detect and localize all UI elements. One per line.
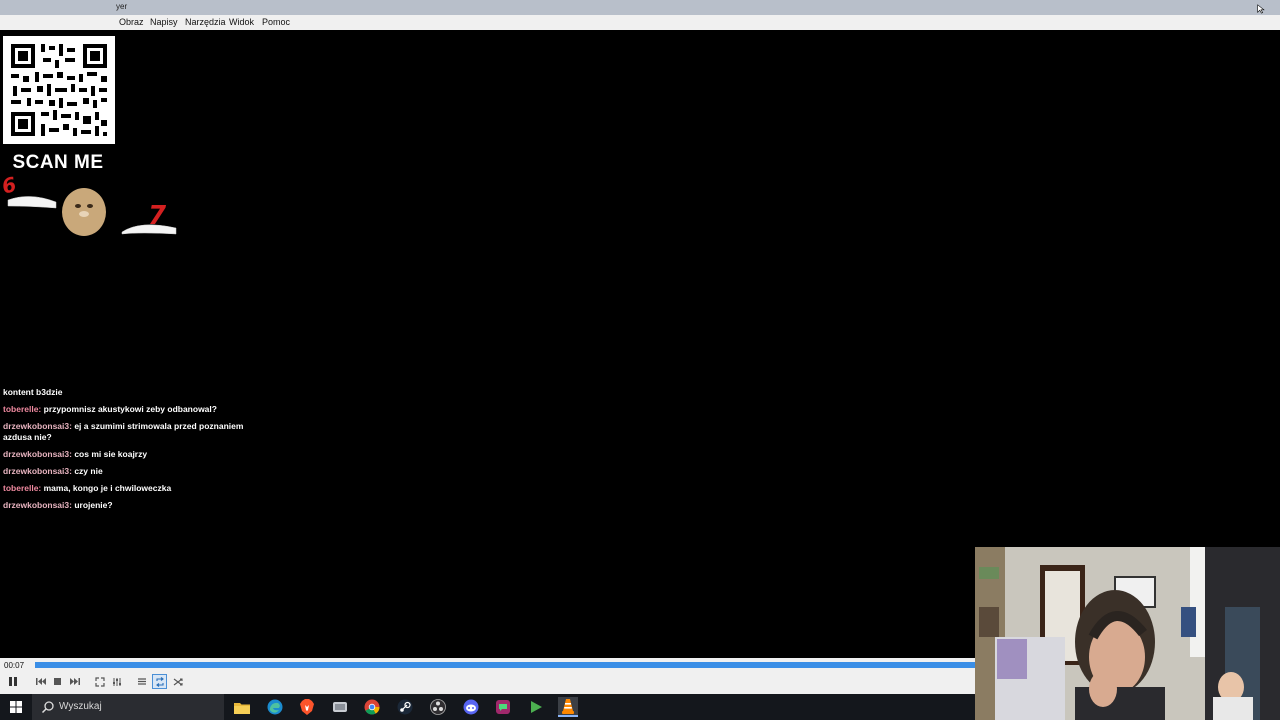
chat-username: toberelle: — [3, 404, 42, 414]
loop-icon — [155, 676, 164, 687]
player-controls: 00:07 — [0, 658, 975, 694]
chat-message: toberelle: mama, kongo je i chwiloweczka — [3, 483, 172, 493]
skip-forward-icon — [69, 678, 80, 685]
chat-message: kontent b3dzie — [3, 387, 63, 397]
file-explorer-icon[interactable] — [232, 697, 252, 717]
equalizer-icon — [112, 677, 121, 686]
steam-icon[interactable] — [395, 697, 415, 717]
meme-right-number: 7 — [148, 201, 167, 231]
menu-item-narzedzia[interactable]: Narzędzia — [185, 17, 226, 27]
chat-username: drzewkobonsai3: — [3, 449, 72, 459]
webcam-overlay — [975, 547, 1280, 720]
obs-icon[interactable] — [428, 697, 448, 717]
stop-icon — [54, 678, 61, 685]
menu-item-napisy[interactable]: Napisy — [150, 17, 178, 27]
menu-item-widok[interactable]: Widok — [229, 17, 254, 27]
skip-back-icon — [35, 678, 46, 685]
shuffle-button[interactable] — [170, 674, 185, 689]
chat-message: toberelle: przypomnisz akustykowi zeby o… — [3, 404, 217, 414]
chat-message: drzewkobonsai3: cos mi sie koajrzy — [3, 449, 148, 459]
chat-message: drzewkobonsai3: ej a szumimi strimowala … — [3, 421, 244, 442]
search-placeholder: Wyszukaj — [59, 701, 102, 712]
fullscreen-icon — [94, 676, 105, 687]
menu-item-pomoc[interactable]: Pomoc — [262, 17, 290, 27]
window-title: yer — [116, 2, 128, 11]
pause-button[interactable] — [5, 674, 20, 689]
windows-logo-icon — [10, 701, 22, 713]
loop-button[interactable] — [152, 674, 167, 689]
chrome-icon[interactable] — [362, 697, 382, 717]
shuffle-icon — [173, 677, 183, 686]
menu-bar: Obraz Napisy Narzędzia Widok Pomoc — [0, 15, 1280, 30]
previous-button[interactable] — [33, 674, 48, 689]
taskbar-search[interactable]: Wyszukaj — [32, 694, 224, 720]
brave-browser-icon[interactable] — [297, 697, 317, 717]
cursor-icon — [1257, 4, 1265, 14]
start-button[interactable] — [0, 694, 32, 720]
next-button[interactable] — [67, 674, 82, 689]
chat-username: drzewkobonsai3: — [3, 421, 72, 431]
chat-username: drzewkobonsai3: — [3, 500, 72, 510]
edge-browser-icon[interactable] — [265, 697, 285, 717]
vlc-icon[interactable] — [558, 697, 578, 717]
qr-code — [3, 36, 115, 144]
meme-left-number: 6 — [0, 172, 19, 199]
menu-item-obraz[interactable]: Obraz — [119, 17, 144, 27]
elapsed-time: 00:07 — [4, 661, 25, 670]
discord-icon[interactable] — [461, 697, 481, 717]
hand-left-icon — [7, 196, 57, 209]
chat-username: drzewkobonsai3: — [3, 466, 72, 476]
playlist-icon — [137, 678, 146, 685]
stop-button[interactable] — [50, 674, 65, 689]
chat-message: drzewkobonsai3: czy nie — [3, 466, 103, 476]
playlist-button[interactable] — [134, 674, 149, 689]
fullscreen-button[interactable] — [92, 674, 107, 689]
window-titlebar: yer — [0, 0, 1280, 15]
app-icon[interactable] — [330, 697, 350, 717]
chat-message: drzewkobonsai3: urojenie? — [3, 500, 113, 510]
media-app-icon[interactable] — [526, 697, 546, 717]
chat-app-icon[interactable] — [493, 697, 513, 717]
pause-icon — [8, 677, 17, 686]
extended-settings-button[interactable] — [109, 674, 124, 689]
search-icon — [41, 701, 54, 714]
seek-bar[interactable] — [35, 662, 975, 668]
windows-taskbar: Wyszukaj — [0, 694, 975, 720]
seek-bar-fill — [35, 662, 975, 668]
meme-overlay: 6 7 — [0, 170, 185, 240]
chat-username: toberelle: — [3, 483, 42, 493]
chat-overlay: kontent b3dzie toberelle: przypomnisz ak… — [3, 387, 263, 517]
